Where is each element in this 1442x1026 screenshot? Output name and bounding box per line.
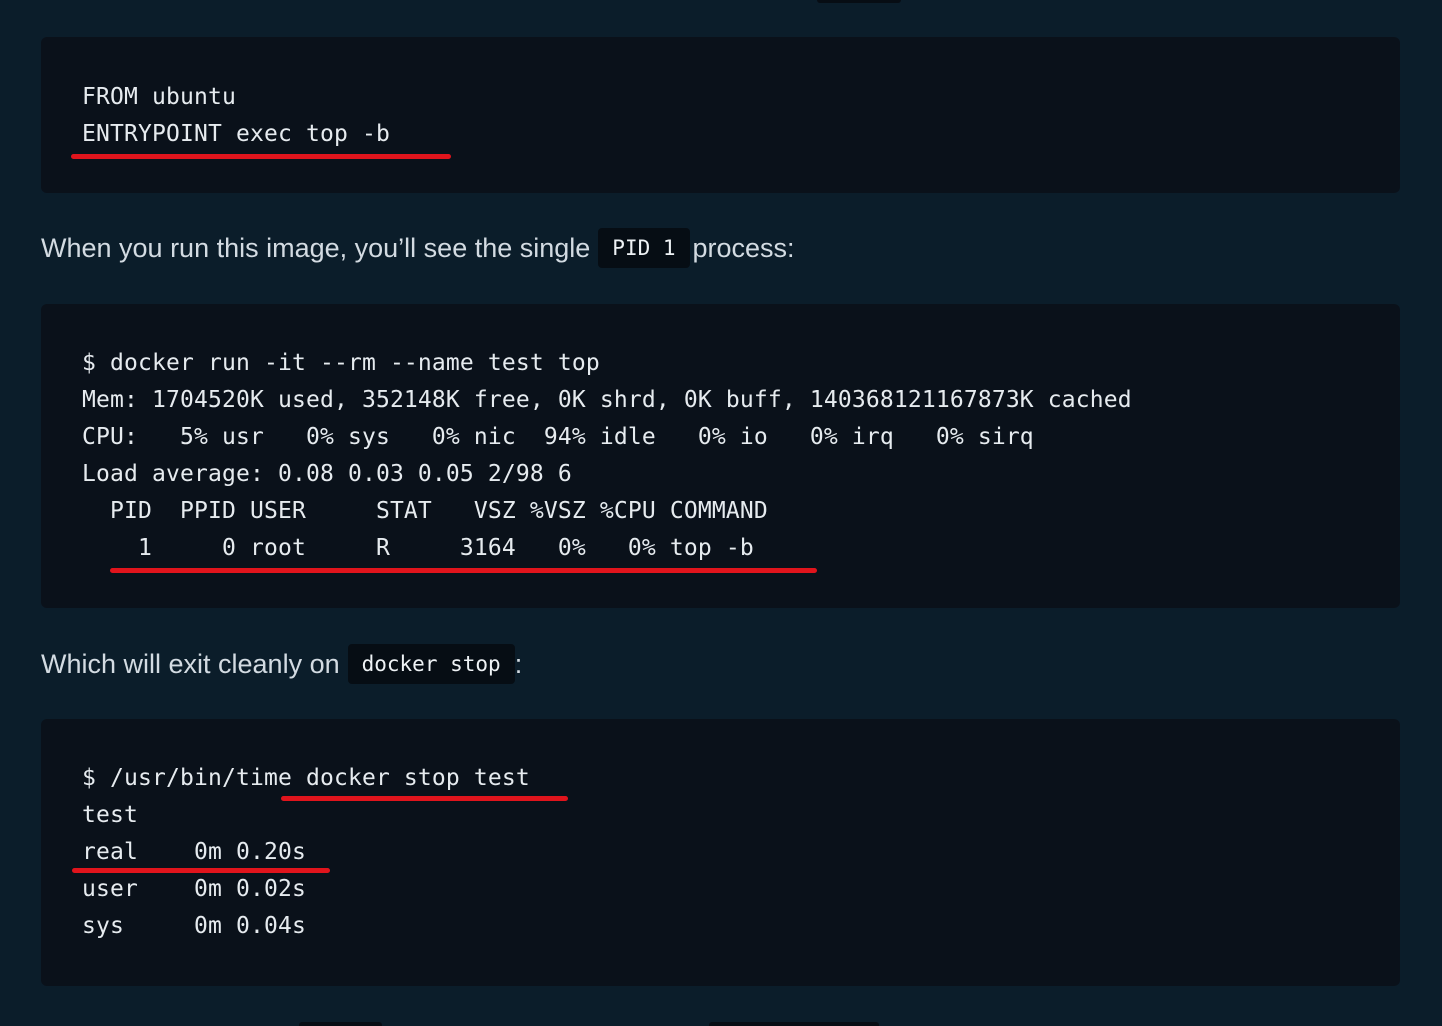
paragraph-text: : [514, 649, 523, 679]
code-line: CPU: 5% usr 0% sys 0% nic 94% idle 0% io… [82, 424, 1034, 450]
inline-code-fragment-top [817, 0, 901, 3]
code-line: Load average: 0.08 0.03 0.05 2/98 6 [82, 461, 572, 487]
paragraph-text: process: [692, 233, 795, 263]
inline-code-fragment-bottom [709, 1022, 879, 1026]
code-block-dockerfile: FROM ubuntu ENTRYPOINT exec top -b [41, 37, 1400, 193]
code-line: real 0m 0.20s [82, 839, 306, 865]
code-line: FROM ubuntu [82, 84, 236, 110]
paragraph-text: Which will exit cleanly on [41, 649, 340, 679]
inline-code-docker-stop: docker stop [347, 644, 515, 684]
code-line: 1 0 root R 3164 0% 0% top -b [82, 535, 754, 561]
code-line: $ docker run -it --rm --name test top [82, 350, 600, 376]
inline-code-pid-1: PID 1 [598, 228, 690, 268]
red-annotation-underline [72, 868, 330, 873]
code-line: ENTRYPOINT exec top -b [82, 121, 390, 147]
code-line: test [82, 802, 138, 828]
code-line: Mem: 1704520K used, 352148K free, 0K shr… [82, 387, 1132, 413]
code-block-docker-run: $ docker run -it --rm --name test top Me… [41, 304, 1400, 608]
inline-code-fragment-bottom [299, 1022, 382, 1026]
code-line: user 0m 0.02s [82, 876, 306, 902]
code-block-docker-stop: $ /usr/bin/time docker stop test test re… [41, 719, 1400, 986]
red-annotation-underline [110, 568, 817, 573]
code-line: PID PPID USER STAT VSZ %VSZ %CPU COMMAND [82, 498, 768, 524]
paragraph-docker-stop: Which will exit cleanly on docker stop: [41, 644, 522, 684]
code-line: sys 0m 0.04s [82, 913, 306, 939]
paragraph-text: When you run this image, you’ll see the … [41, 233, 591, 263]
code-line: $ /usr/bin/time docker stop test [82, 765, 530, 791]
red-annotation-underline [281, 796, 568, 801]
red-annotation-underline [71, 154, 451, 159]
paragraph-pid-1: When you run this image, you’ll see the … [41, 228, 795, 268]
